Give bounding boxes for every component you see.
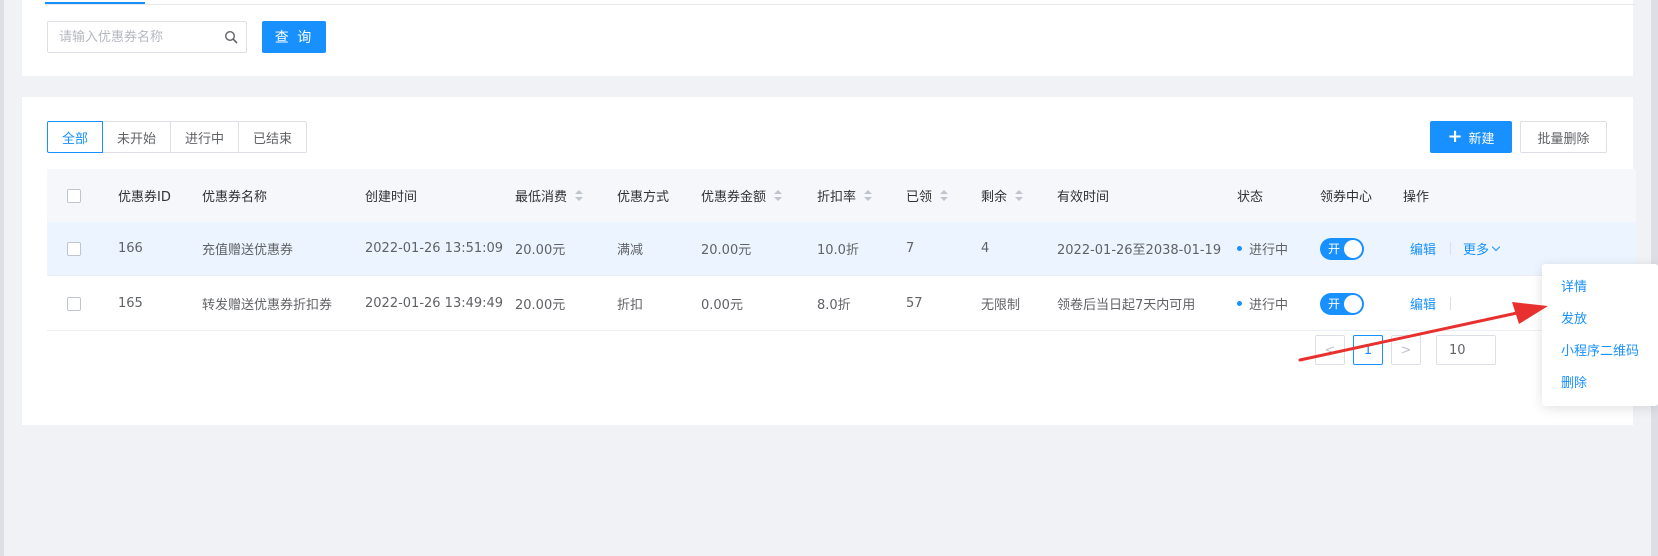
cell-remaining: 4: [981, 241, 990, 256]
header-remaining-label: 剩余: [981, 190, 1008, 205]
cell-status: 进行中: [1237, 222, 1288, 275]
filter-all[interactable]: 全部: [47, 121, 104, 153]
search-panel: 查 询: [22, 0, 1636, 76]
status-dot-icon: [1237, 246, 1242, 251]
header-discount-label: 折扣率: [817, 190, 857, 205]
cell-created: 2022-01-26 13:51:09: [365, 241, 504, 256]
header-amount-label: 优惠券金额: [701, 190, 767, 205]
edit-link[interactable]: 编辑: [1410, 294, 1436, 313]
filter-in-progress[interactable]: 进行中: [170, 121, 240, 153]
cell-id: 166: [118, 241, 143, 256]
edit-link[interactable]: 编辑: [1410, 239, 1436, 258]
cell-claimed: 7: [906, 241, 915, 256]
row-checkbox[interactable]: [67, 241, 81, 256]
cell-type: 折扣: [617, 298, 644, 313]
header-claimed-label: 已领: [906, 190, 933, 205]
sort-icon[interactable]: [1015, 189, 1024, 202]
coupon-center-toggle[interactable]: 开: [1320, 237, 1364, 260]
select-all-checkbox[interactable]: [67, 188, 81, 203]
header-ops: 操作: [1403, 190, 1430, 205]
ops-divider: [1450, 242, 1452, 255]
more-dropdown-menu: 详情 发放 小程序二维码 删除: [1542, 264, 1658, 406]
table-row: 166 充值赠送优惠券 2022-01-26 13:51:09 20.00元 满…: [47, 222, 1636, 276]
sort-icon[interactable]: [864, 189, 873, 202]
status-label: 进行中: [1249, 298, 1289, 313]
table-row: 165 转发赠送优惠券折扣券 2022-01-26 13:49:49 20.00…: [47, 277, 1636, 331]
status-label: 进行中: [1249, 243, 1289, 258]
cell-name: 转发赠送优惠券折扣券: [202, 298, 333, 313]
cell-valid: 领卷后当日起7天内可用: [1057, 298, 1196, 313]
page-size-select[interactable]: 10: [1436, 335, 1496, 365]
chevron-down-icon[interactable]: [1491, 242, 1501, 251]
toggle-label: 开: [1328, 297, 1341, 311]
header-type: 优惠方式: [617, 190, 670, 205]
prev-page-button[interactable]: <: [1315, 335, 1345, 365]
sort-icon[interactable]: [940, 189, 949, 202]
header-name: 优惠券名称: [202, 190, 268, 205]
cell-min-spend: 20.00元: [515, 298, 566, 313]
plus-icon: +: [1447, 126, 1463, 147]
page-1-button[interactable]: 1: [1353, 335, 1383, 365]
header-created: 创建时间: [365, 190, 418, 205]
header-id: 优惠券ID: [118, 190, 171, 205]
cell-valid: 2022-01-26至2038-01-19: [1057, 243, 1222, 258]
cell-discount: 10.0折: [817, 243, 859, 258]
status-filter-group: 全部 未开始 进行中 已结束: [47, 121, 308, 153]
more-link[interactable]: 更多: [1463, 239, 1489, 258]
left-edge: [0, 0, 4, 556]
batch-delete-button[interactable]: 批量删除: [1520, 121, 1607, 153]
cell-name: 充值赠送优惠券: [202, 243, 294, 258]
header-center: 领券中心: [1320, 190, 1373, 205]
sort-icon[interactable]: [575, 189, 584, 202]
cell-id: 165: [118, 296, 143, 311]
header-amount[interactable]: 优惠券金额: [701, 169, 783, 222]
cell-type: 满减: [617, 243, 644, 258]
toggle-knob: [1344, 294, 1362, 313]
cell-discount: 8.0折: [817, 298, 851, 313]
new-button-label: 新建: [1468, 131, 1495, 147]
menu-item-miniprogram-qrcode[interactable]: 小程序二维码: [1561, 340, 1639, 359]
status-dot-icon: [1237, 301, 1242, 306]
header-remaining[interactable]: 剩余: [981, 169, 1024, 222]
filter-ended[interactable]: 已结束: [238, 121, 308, 153]
ops-divider: [1450, 297, 1452, 310]
header-min-spend-label: 最低消费: [515, 190, 568, 205]
search-input[interactable]: [48, 22, 218, 52]
cell-amount: 0.00元: [701, 298, 743, 313]
coupon-list-panel: 全部 未开始 进行中 已结束 + 新建 批量删除 优惠券ID 优惠券名称 创建时…: [22, 97, 1636, 425]
filter-not-started[interactable]: 未开始: [102, 121, 172, 153]
coupon-center-toggle[interactable]: 开: [1320, 292, 1364, 315]
search-icon[interactable]: [224, 30, 238, 44]
cell-status: 进行中: [1237, 277, 1288, 330]
header-status: 状态: [1237, 190, 1264, 205]
search-field[interactable]: [47, 21, 247, 53]
tab-divider: [45, 4, 1636, 5]
cell-claimed: 57: [906, 296, 923, 311]
next-page-button[interactable]: >: [1391, 335, 1421, 365]
toggle-knob: [1344, 239, 1362, 258]
header-valid: 有效时间: [1057, 190, 1110, 205]
row-checkbox[interactable]: [67, 296, 81, 311]
table-header: 优惠券ID 优惠券名称 创建时间 最低消费 优惠方式 优惠券金额 折扣率 已领 …: [47, 169, 1636, 222]
header-min-spend[interactable]: 最低消费: [515, 169, 584, 222]
toggle-label: 开: [1328, 242, 1341, 256]
sort-icon[interactable]: [774, 189, 783, 202]
query-button[interactable]: 查 询: [262, 21, 326, 53]
menu-item-detail[interactable]: 详情: [1561, 276, 1587, 295]
cell-amount: 20.00元: [701, 243, 752, 258]
header-discount[interactable]: 折扣率: [817, 169, 873, 222]
cell-min-spend: 20.00元: [515, 243, 566, 258]
menu-item-issue[interactable]: 发放: [1561, 308, 1587, 327]
menu-item-delete[interactable]: 删除: [1561, 372, 1587, 391]
cell-created: 2022-01-26 13:49:49: [365, 296, 504, 311]
cell-remaining: 无限制: [981, 298, 1021, 313]
header-claimed[interactable]: 已领: [906, 169, 949, 222]
new-coupon-button[interactable]: + 新建: [1430, 121, 1512, 153]
